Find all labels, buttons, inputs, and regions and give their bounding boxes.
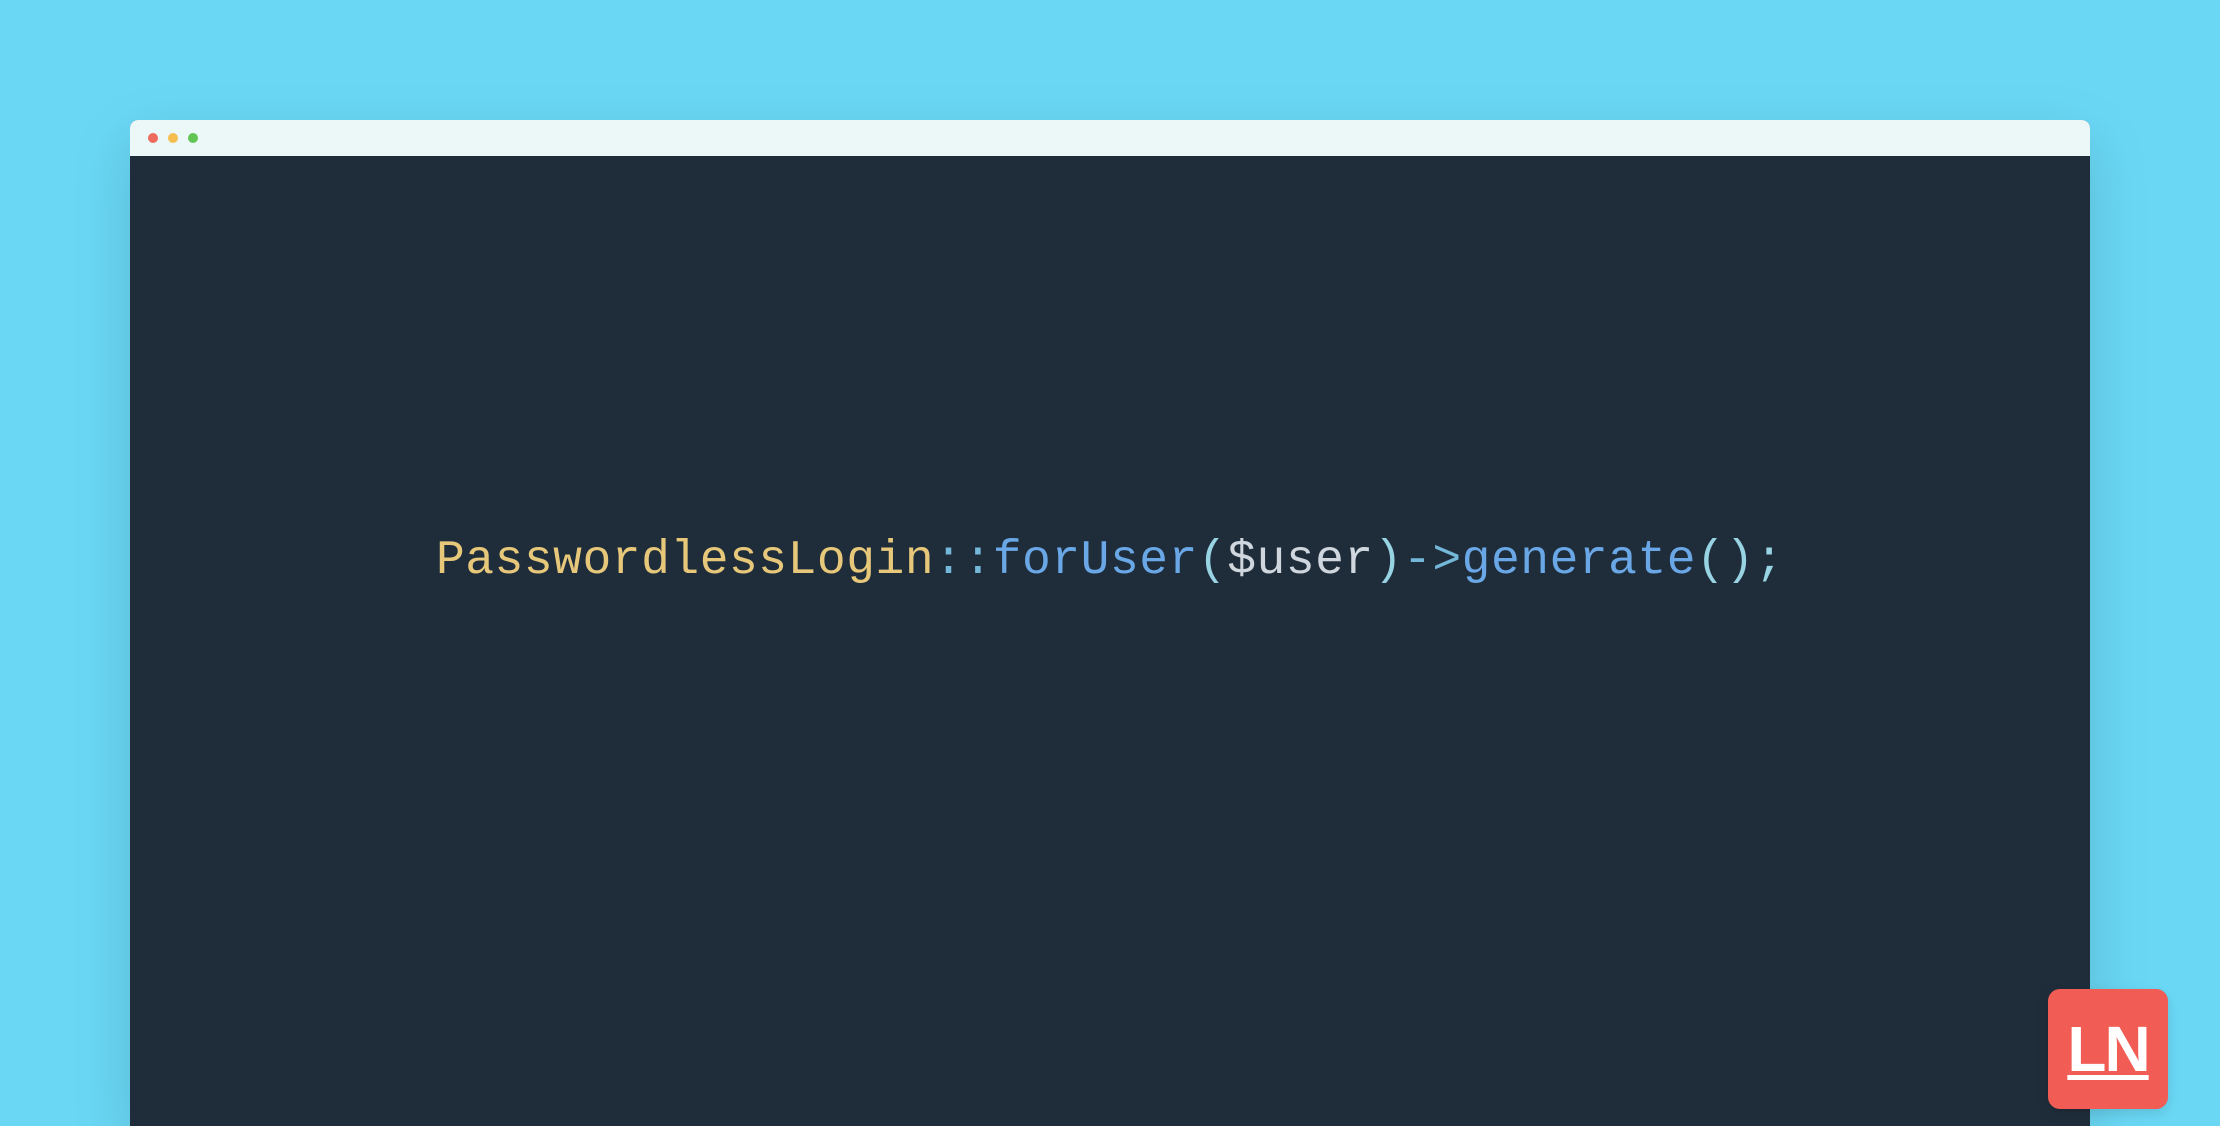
code-editor-window: PasswordlessLogin::forUser($user)->gener… — [130, 120, 2090, 1126]
token-arrow-operator: -> — [1403, 534, 1462, 588]
token-close-paren: ) — [1374, 534, 1403, 588]
brand-badge: LN — [2048, 989, 2168, 1109]
maximize-icon[interactable] — [188, 133, 198, 143]
token-method-generate: generate — [1462, 534, 1696, 588]
token-close-paren-2: ) — [1725, 534, 1754, 588]
token-method-foruser: forUser — [993, 534, 1198, 588]
token-class-name: PasswordlessLogin — [436, 534, 934, 588]
token-variable: $user — [1227, 534, 1374, 588]
close-icon[interactable] — [148, 133, 158, 143]
minimize-icon[interactable] — [168, 133, 178, 143]
token-semicolon: ; — [1755, 534, 1784, 588]
token-scope-operator: :: — [934, 534, 993, 588]
token-open-paren: ( — [1198, 534, 1227, 588]
editor-area: PasswordlessLogin::forUser($user)->gener… — [130, 156, 2090, 1126]
window-titlebar — [130, 120, 2090, 156]
token-open-paren-2: ( — [1696, 534, 1725, 588]
code-line: PasswordlessLogin::forUser($user)->gener… — [436, 534, 1784, 588]
brand-badge-text: LN — [2067, 1017, 2148, 1081]
